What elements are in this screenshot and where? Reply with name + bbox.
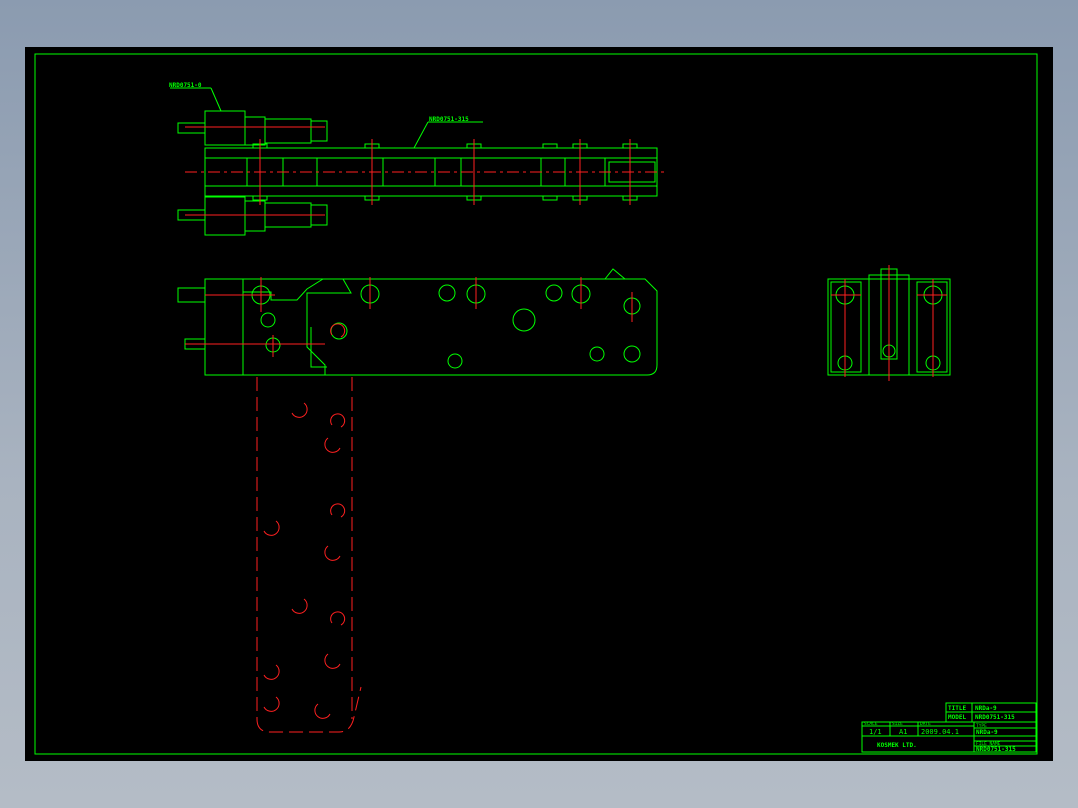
cad-drawing: NRD0751-0 NRD0751-315 TITLE NRDa-9 MODEL… bbox=[34, 53, 1038, 755]
title-block: TITLE NRDa-9 MODEL NRD0751-315 SCALE SIZ… bbox=[861, 702, 1037, 753]
model-label: MODEL bbox=[948, 714, 966, 721]
size-header: SIZE bbox=[892, 721, 903, 727]
company-name: KOSMEK LTD. bbox=[877, 742, 917, 749]
title-value: NRDa-9 bbox=[975, 705, 997, 712]
title-label: TITLE bbox=[948, 705, 966, 712]
callout-top-left: NRD0751-0 bbox=[169, 82, 202, 89]
callout-top-chain: NRD0751-315 bbox=[429, 116, 469, 123]
date-header: DATE bbox=[920, 721, 931, 727]
scale-value: 1/1 bbox=[869, 728, 882, 736]
model-value: NRD0751-315 bbox=[975, 714, 1015, 721]
side-view bbox=[827, 265, 951, 381]
top-view: NRD0751-0 NRD0751-315 bbox=[169, 82, 665, 236]
drawing-border bbox=[34, 53, 1038, 755]
type-value: NRDa-9 bbox=[976, 729, 998, 736]
swing-path-view bbox=[256, 323, 362, 733]
front-view bbox=[177, 268, 658, 376]
size-value: A1 bbox=[899, 728, 907, 736]
date-value: 2009.04.1 bbox=[921, 728, 959, 736]
scale-header: SCALE bbox=[864, 721, 878, 727]
file-value: NRD0751-315 bbox=[976, 746, 1016, 753]
drawing-sheet: NRD0751-0 NRD0751-315 TITLE NRDa-9 MODEL… bbox=[25, 47, 1053, 761]
